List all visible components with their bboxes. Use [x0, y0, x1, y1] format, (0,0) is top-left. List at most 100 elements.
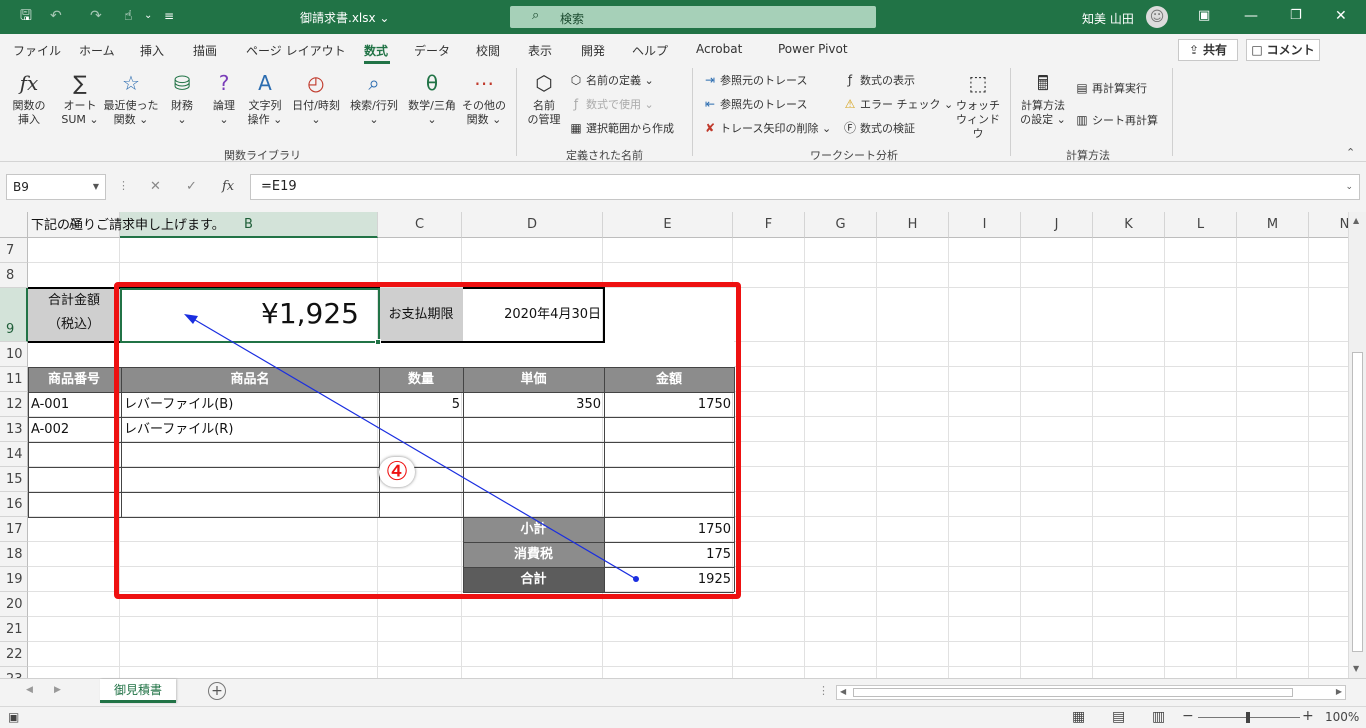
touch-mode-icon[interactable]: ☝: [124, 6, 133, 26]
show-formulas-button[interactable]: ƒ 数式の表示: [842, 72, 915, 89]
tab-data[interactable]: データ: [414, 42, 450, 59]
page-break-view-icon[interactable]: ▥: [1152, 709, 1165, 725]
tab-help[interactable]: ヘルプ: [632, 42, 668, 59]
calc-now-button[interactable]: ▤ 再計算実行: [1074, 80, 1147, 97]
watch-window-button[interactable]: ⬚ ウォッチ ウィンドウ: [952, 70, 1004, 141]
insert-function-label-1: 関数の: [12, 99, 46, 112]
prev-sheet-icon[interactable]: ◀: [26, 685, 33, 695]
trace-dependents-button[interactable]: ⇤ 参照先のトレース: [702, 96, 807, 113]
page-layout-view-icon[interactable]: ▤: [1112, 709, 1125, 725]
undo-icon[interactable]: ↶: [50, 6, 62, 26]
insert-function-icon[interactable]: fx: [222, 179, 234, 194]
defined-names-group-label: 定義された名前: [566, 149, 643, 162]
tab-view[interactable]: 表示: [528, 42, 552, 59]
lookup-button[interactable]: ⌕ 検索/行列 ⌄: [346, 70, 402, 127]
split-handle-icon[interactable]: ⋮: [818, 684, 829, 697]
math-trig-button[interactable]: θ 数学/三角 ⌄: [404, 70, 460, 127]
tab-insert[interactable]: 挿入: [140, 42, 164, 59]
evaluate-formula-icon: Ⓕ: [843, 121, 856, 135]
calc-sheet-label: シート再計算: [1092, 114, 1158, 127]
theta-icon: θ: [425, 71, 439, 95]
recent-label-1: 最近使った: [103, 99, 159, 112]
use-in-formula-button[interactable]: ƒ 数式で使用 ⌄: [568, 96, 654, 113]
tab-review[interactable]: 校閲: [476, 42, 500, 59]
tab-page-layout[interactable]: ページ レイアウト: [246, 42, 346, 59]
share-button[interactable]: ⇪ 共有: [1178, 39, 1238, 61]
tab-draw[interactable]: 描画: [193, 42, 217, 59]
sheet-tab-bar: ◀ ▶ 御見積書 + ⋮ ◀ ▶: [0, 678, 1366, 706]
trace-precedents-label: 参照元のトレース: [720, 74, 808, 87]
cancel-icon[interactable]: ✕: [150, 179, 161, 194]
grid-select-icon: ▦: [570, 121, 582, 135]
name-manager-button[interactable]: ⬡ 名前 の管理: [522, 70, 566, 127]
normal-view-icon[interactable]: ▦: [1072, 709, 1085, 725]
comment-button[interactable]: □ コメント: [1246, 39, 1320, 61]
worksheet-grid[interactable]: ABCDEFGHIJKLMN 7 8 9 10 11 12 13 14 15 16 17 18 19 20…: [0, 212, 1348, 678]
scroll-down-icon[interactable]: ▼: [1353, 664, 1359, 673]
define-name-button[interactable]: ⬡ 名前の定義 ⌄: [568, 72, 654, 89]
avatar-icon[interactable]: ☺: [1146, 6, 1168, 28]
close-icon[interactable]: ✕: [1335, 6, 1347, 26]
vertical-scroll-thumb[interactable]: [1352, 352, 1363, 652]
search-box[interactable]: ⌕ 検索: [510, 6, 876, 28]
financial-button[interactable]: ⛁ 財務 ⌄: [164, 70, 200, 127]
add-sheet-icon[interactable]: +: [208, 682, 226, 700]
search-icon: ⌕: [532, 8, 540, 23]
remove-arrows-button[interactable]: ✘ トレース矢印の削除 ⌄: [702, 120, 831, 137]
expand-formula-icon[interactable]: ⌄: [1345, 175, 1353, 199]
scroll-right-icon[interactable]: ▶: [1336, 687, 1342, 696]
vertical-scrollbar[interactable]: ▲ ▼: [1348, 212, 1366, 678]
tab-file[interactable]: ファイル: [13, 42, 61, 59]
tab-acrobat[interactable]: Acrobat: [696, 42, 742, 56]
tab-developer[interactable]: 開発: [581, 42, 605, 59]
calc-sheet-button[interactable]: ▥ シート再計算: [1074, 112, 1158, 129]
tab-home[interactable]: ホーム: [79, 42, 115, 59]
group-divider: [1172, 68, 1173, 156]
enter-icon[interactable]: ✓: [186, 179, 197, 194]
document-title[interactable]: 御請求書.xlsx ⌄: [300, 9, 389, 26]
zoom-in-icon[interactable]: +: [1302, 708, 1314, 724]
formula-bar: B9 ▼ ⋮ ✕ ✓ fx =E19 ⌄: [0, 162, 1366, 212]
more-functions-button[interactable]: ⋯ その他の 関数 ⌄: [460, 70, 508, 127]
zoom-out-icon[interactable]: −: [1182, 708, 1194, 724]
recent-functions-button[interactable]: ☆ 最近使った 関数 ⌄: [102, 70, 160, 127]
warning-icon: ⚠: [844, 97, 856, 111]
restore-icon[interactable]: ❐: [1290, 6, 1302, 26]
horizontal-scroll-thumb[interactable]: [853, 688, 1293, 697]
horizontal-scrollbar[interactable]: ◀ ▶: [836, 685, 1346, 700]
user-name[interactable]: 知美 山田: [1082, 10, 1134, 27]
scroll-up-icon[interactable]: ▲: [1353, 216, 1359, 225]
trace-dependents-icon: ⇤: [704, 97, 716, 111]
sheet-tab[interactable]: 御見積書: [100, 679, 176, 703]
customize-qat-icon[interactable]: ≡: [164, 6, 174, 26]
error-checking-button[interactable]: ⚠ エラー チェック ⌄: [842, 96, 954, 113]
function-library-group-label: 関数ライブラリ: [224, 149, 301, 162]
trace-precedents-button[interactable]: ⇥ 参照元のトレース: [702, 72, 807, 89]
minimize-icon[interactable]: —: [1244, 6, 1258, 26]
collapse-ribbon-icon[interactable]: ⌃: [1346, 146, 1355, 159]
autosum-button[interactable]: ∑ オート SUM ⌄: [58, 70, 102, 127]
macro-record-icon[interactable]: ▣: [8, 710, 19, 724]
insert-function-button[interactable]: fx 関数の 挿入: [6, 70, 52, 127]
zoom-slider-thumb[interactable]: [1246, 712, 1250, 723]
name-box[interactable]: B9 ▼: [6, 174, 106, 200]
calc-options-button[interactable]: 🖩 計算方法 の設定 ⌄: [1016, 70, 1070, 127]
redo-icon[interactable]: ↷: [90, 6, 102, 26]
tab-power-pivot[interactable]: Power Pivot: [778, 42, 848, 56]
qat-dropdown-icon[interactable]: ⌄: [144, 6, 152, 26]
create-from-selection-button[interactable]: ▦ 選択範囲から作成: [568, 120, 674, 137]
tab-formulas[interactable]: 数式: [364, 42, 388, 59]
ribbon-display-icon[interactable]: ▣: [1198, 6, 1210, 26]
save-icon[interactable]: 🖫: [20, 6, 32, 26]
evaluate-formula-button[interactable]: Ⓕ 数式の検証: [842, 120, 915, 137]
text-functions-button[interactable]: A 文字列 操作 ⌄: [244, 70, 286, 127]
zoom-level[interactable]: 100%: [1325, 710, 1359, 724]
next-sheet-icon[interactable]: ▶: [54, 685, 61, 695]
datetime-button[interactable]: ◴ 日付/時刻 ⌄: [288, 70, 344, 127]
logical-button[interactable]: ? 論理 ⌄: [206, 70, 242, 127]
more-dots-icon: ⋯: [474, 71, 494, 95]
formula-input[interactable]: =E19 ⌄: [250, 174, 1360, 200]
show-formulas-icon: ƒ: [847, 73, 853, 87]
scroll-left-icon[interactable]: ◀: [840, 687, 846, 696]
more-label-2: 関数: [466, 113, 489, 126]
